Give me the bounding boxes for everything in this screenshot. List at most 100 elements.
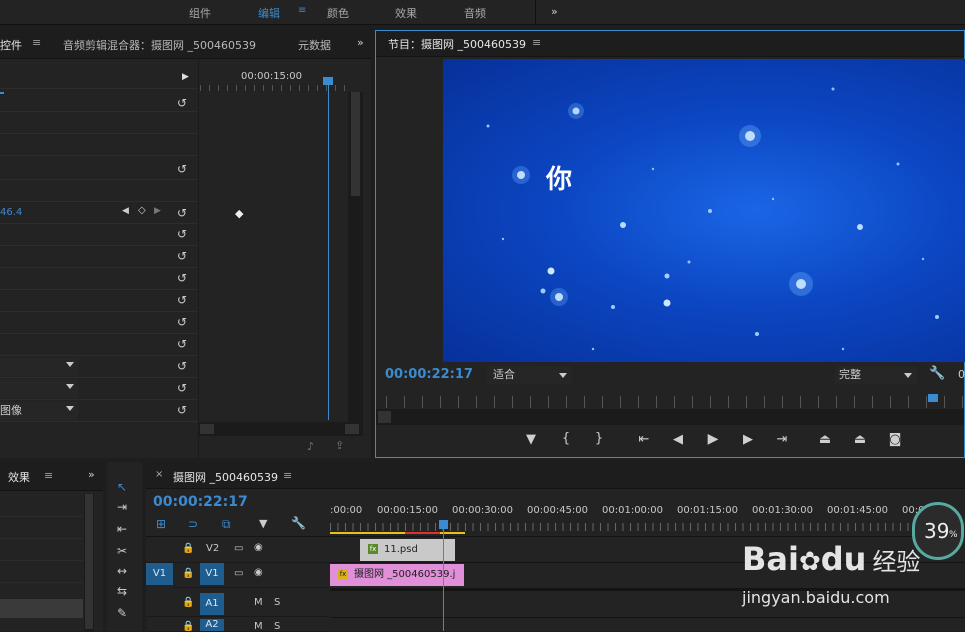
quality-select[interactable]: 完整	[835, 366, 917, 384]
sync-lock-icon[interactable]: ▭	[234, 568, 243, 579]
tab-audio-clip-mixer[interactable]: 音频剪辑混合器：摄图网 _500460539	[63, 37, 256, 53]
track-select-tool-icon[interactable]: ⇥	[112, 498, 132, 516]
program-monitor-title[interactable]: 节目：摄图网 _500460539	[388, 36, 526, 52]
track-target-v1[interactable]: V1	[200, 563, 224, 585]
lock-icon[interactable]: 🔒	[182, 543, 194, 554]
solo-button[interactable]: S	[274, 597, 280, 608]
workspace-menu-icon[interactable]: ≡	[298, 5, 306, 16]
tab-metadata[interactable]: 元数据	[298, 37, 331, 53]
pen-tool-icon[interactable]: ✎	[112, 604, 132, 622]
reset-icon[interactable]: ↺	[177, 404, 191, 417]
panel-menu-icon[interactable]: ≡	[532, 36, 541, 49]
dropdown-select[interactable]	[0, 380, 78, 398]
mark-in-icon[interactable]: {	[558, 431, 574, 446]
reset-icon[interactable]: ↺	[177, 250, 191, 263]
source-patch-v1[interactable]: V1	[146, 563, 173, 585]
horizontal-scrollbar[interactable]	[198, 422, 363, 436]
reset-icon[interactable]: ↺	[177, 294, 191, 307]
sequence-tab[interactable]: 摄图网 _500460539	[173, 469, 278, 485]
workspace-color[interactable]: 颜色	[327, 5, 349, 21]
eye-icon[interactable]: ◉	[254, 542, 263, 553]
reset-icon[interactable]: ↺	[177, 360, 191, 373]
track-name-v2[interactable]: V2	[206, 543, 219, 554]
keyframe-marker[interactable]: ◆	[235, 207, 243, 220]
mute-button[interactable]: M	[254, 621, 263, 632]
timeline-playhead-handle[interactable]	[439, 520, 448, 529]
lock-icon[interactable]: 🔒	[182, 568, 194, 579]
add-marker-icon[interactable]: ▼	[523, 432, 539, 447]
reset-icon[interactable]: ↺	[177, 97, 191, 110]
eye-icon[interactable]: ◉	[254, 567, 263, 578]
reset-icon[interactable]: ↺	[177, 207, 191, 220]
tabs-overflow-icon[interactable]: »	[357, 36, 364, 49]
prev-keyframe-icon[interactable]: ◀	[122, 206, 129, 216]
effects-scrollbar[interactable]	[84, 494, 94, 631]
go-to-out-icon[interactable]: ⇥	[774, 432, 790, 447]
panel-menu-icon[interactable]: ≡	[44, 469, 53, 482]
tab-effects[interactable]: 效果	[8, 469, 30, 485]
monitor-ruler[interactable]	[386, 396, 964, 408]
workspace-audio[interactable]: 音频	[464, 5, 486, 21]
reset-icon[interactable]: ↺	[177, 228, 191, 241]
mute-button[interactable]: M	[254, 597, 263, 608]
workspace-effects[interactable]: 效果	[395, 5, 417, 21]
go-to-in-icon[interactable]: ⇤	[636, 432, 652, 447]
fit-select[interactable]: 适合	[487, 366, 572, 384]
vertical-scrollbar[interactable]	[348, 92, 363, 422]
reset-icon[interactable]: ↺	[177, 163, 191, 176]
tabs-overflow-icon[interactable]: »	[88, 468, 95, 481]
clip-11-psd[interactable]: fx 11.psd	[360, 539, 455, 561]
sync-lock-icon[interactable]: ▭	[234, 543, 243, 554]
export-icon[interactable]: ⇪	[335, 439, 344, 452]
workspace-editing[interactable]: 编辑	[258, 5, 280, 21]
timeline-timecode[interactable]: 00:00:22:17	[153, 494, 248, 510]
settings-wrench-icon[interactable]: 🔧	[929, 366, 945, 381]
slide-tool-icon[interactable]: ⇆	[112, 582, 132, 600]
play-audio-icon[interactable]: ♪	[307, 440, 314, 453]
playhead-handle[interactable]	[323, 77, 333, 85]
step-back-icon[interactable]: ◀	[670, 432, 686, 447]
expand-arrow-icon[interactable]: ▶	[182, 72, 189, 82]
add-marker-icon[interactable]: ▼	[259, 517, 267, 530]
panel-menu-icon[interactable]: ≡	[283, 469, 292, 482]
timeline-settings-wrench-icon[interactable]: 🔧	[291, 516, 306, 530]
reset-icon[interactable]: ↺	[177, 316, 191, 329]
effect-ruler[interactable]	[200, 85, 348, 91]
dropdown-select[interactable]	[0, 358, 78, 376]
monitor-zoom-bar[interactable]	[376, 409, 964, 425]
reset-icon[interactable]: ↺	[177, 272, 191, 285]
close-tab-icon[interactable]: ×	[155, 469, 163, 480]
monitor-playhead[interactable]	[928, 394, 938, 402]
extract-icon[interactable]: ⏏	[852, 432, 868, 447]
lock-icon[interactable]: 🔒	[182, 621, 194, 632]
step-forward-icon[interactable]: ▶	[740, 432, 756, 447]
program-timecode[interactable]: 00:00:22:17	[385, 367, 473, 382]
selection-tool-icon[interactable]: ↖	[112, 478, 132, 496]
property-value[interactable]: 46.4	[0, 207, 22, 218]
lock-icon[interactable]: 🔒	[182, 597, 194, 608]
tab-effect-controls[interactable]: 控件	[0, 37, 22, 53]
play-icon[interactable]: ▶	[705, 431, 721, 447]
work-area-bar[interactable]	[330, 532, 465, 534]
video-preview[interactable]: 你	[443, 59, 965, 362]
linked-selection-icon[interactable]: ⧉	[222, 517, 231, 532]
next-keyframe-icon[interactable]: ▶	[154, 206, 161, 216]
razor-tool-icon[interactable]: ✂	[112, 542, 132, 560]
nest-toggle-icon[interactable]: ⊞	[156, 517, 166, 531]
add-keyframe-icon[interactable]: ◇	[138, 205, 146, 216]
panel-menu-icon[interactable]: ≡	[32, 36, 41, 49]
slip-tool-icon[interactable]: ↔	[112, 562, 132, 580]
reset-icon[interactable]: ↺	[177, 382, 191, 395]
workspace-overflow-icon[interactable]: »	[551, 5, 558, 18]
workspace-assembly[interactable]: 组件	[189, 5, 211, 21]
mark-out-icon[interactable]: }	[591, 431, 607, 446]
ripple-edit-tool-icon[interactable]: ⇤	[112, 520, 132, 538]
lift-icon[interactable]: ⏏	[817, 432, 833, 447]
composite-mode-dropdown[interactable]: 图像	[0, 402, 78, 420]
track-target-a1[interactable]: A1	[200, 593, 224, 615]
export-frame-camera-icon[interactable]: ◙	[887, 432, 903, 447]
track-target-a2[interactable]: A2	[200, 619, 224, 631]
solo-button[interactable]: S	[274, 621, 280, 632]
list-item-selected[interactable]	[0, 599, 83, 618]
snap-magnet-icon[interactable]: ⊃	[188, 517, 198, 531]
